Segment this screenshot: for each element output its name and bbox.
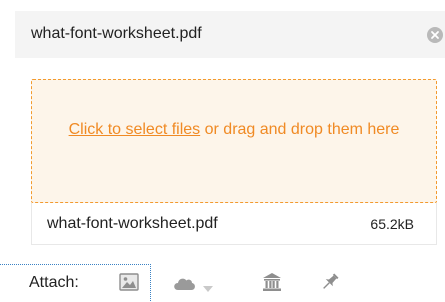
bank-icon[interactable] [262,272,282,297]
attach-label: Attach: [29,274,79,291]
pin-icon[interactable] [320,272,340,297]
remove-circle-icon[interactable] [427,27,443,43]
uploaded-file-row: what-font-worksheet.pdf 65.2kB [31,203,437,245]
image-icon[interactable] [119,272,139,297]
dropdown-caret-icon[interactable] [203,279,213,297]
uploaded-file-size: 65.2kB [370,216,414,232]
attach-toolbar: Attach: [0,264,445,302]
dropzone-message: Click to select files or drag and drop t… [32,116,436,143]
selected-file-name: what-font-worksheet.pdf [31,25,202,42]
selected-file-header: what-font-worksheet.pdf [15,11,445,58]
uploaded-file-name: what-font-worksheet.pdf [47,215,218,232]
dropzone-instruction: or drag and drop them here [200,121,400,138]
file-dropzone[interactable]: Click to select files or drag and drop t… [31,79,437,203]
cloud-icon[interactable] [172,275,196,296]
select-files-link[interactable]: Click to select files [69,121,201,138]
